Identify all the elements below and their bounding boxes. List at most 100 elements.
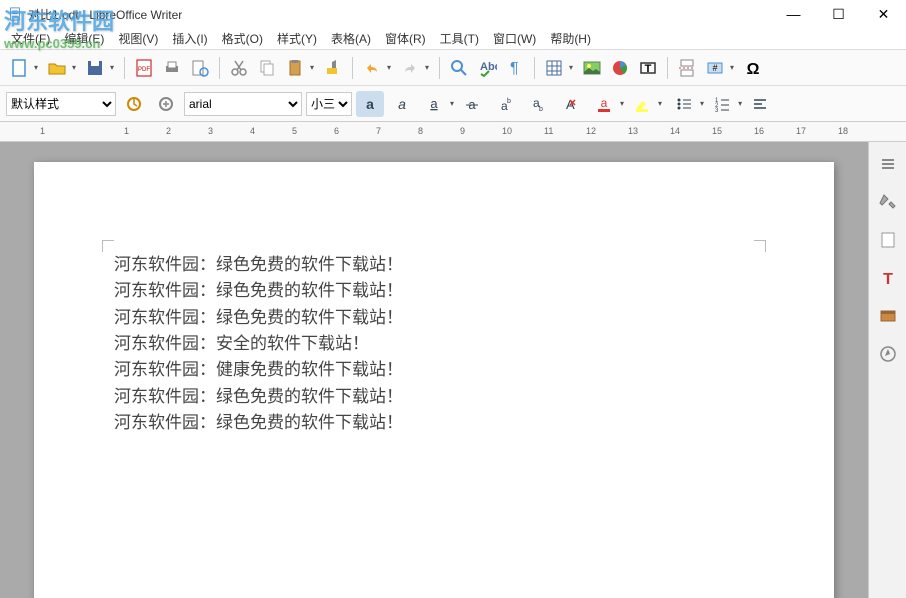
maximize-button[interactable]: ☐ — [816, 0, 861, 28]
menubar: 文件(F) 编辑(E) 视图(V) 插入(I) 格式(O) 样式(Y) 表格(A… — [0, 28, 906, 50]
text-line[interactable]: 河东软件园：安全的软件下载站！ — [114, 331, 754, 357]
text-line[interactable]: 河东软件园：绿色免费的软件下载站！ — [114, 252, 754, 278]
main-toolbar: ▾ ▾ ▾ PDF ▾ ▾ ▾ Abc ¶ ▾ T # ▾ Ω — [0, 50, 906, 86]
field-dropdown[interactable]: ▾ — [730, 63, 738, 72]
menu-table[interactable]: 表格(A) — [324, 30, 378, 47]
paragraph-style-select[interactable]: 默认样式 — [6, 92, 116, 116]
strikethrough-button[interactable]: a — [458, 91, 486, 117]
number-dropdown[interactable]: ▾ — [738, 99, 742, 108]
minimize-button[interactable]: — — [771, 0, 816, 28]
align-left-button[interactable] — [746, 91, 774, 117]
insert-image-button[interactable] — [579, 55, 605, 81]
paste-dropdown[interactable]: ▾ — [310, 63, 318, 72]
redo-button[interactable] — [397, 55, 423, 81]
menu-insert[interactable]: 插入(I) — [165, 30, 214, 47]
print-preview-button[interactable] — [187, 55, 213, 81]
menu-file[interactable]: 文件(F) — [4, 30, 57, 47]
italic-button[interactable]: a — [388, 91, 416, 117]
number-list-button[interactable]: 123 — [708, 91, 736, 117]
svg-text:PDF: PDF — [138, 67, 150, 73]
sidebar-menu-icon[interactable] — [874, 150, 902, 178]
update-style-button[interactable] — [120, 91, 148, 117]
superscript-button[interactable]: ab — [490, 91, 518, 117]
font-color-dropdown[interactable]: ▾ — [620, 99, 624, 108]
menu-edit[interactable]: 编辑(E) — [57, 30, 111, 47]
page[interactable]: 河东软件园：绿色免费的软件下载站！ 河东软件园：绿色免费的软件下载站！ 河东软件… — [34, 162, 834, 598]
clear-format-button[interactable]: A — [554, 91, 582, 117]
menu-window[interactable]: 窗口(W) — [486, 30, 543, 47]
text-line[interactable]: 河东软件园：绿色免费的软件下载站！ — [114, 384, 754, 410]
styles-panel-icon[interactable]: T — [874, 264, 902, 292]
ruler-tick: 1 — [124, 126, 129, 136]
bullet-list-button[interactable] — [670, 91, 698, 117]
ruler-tick: 7 — [376, 126, 381, 136]
text-line[interactable]: 河东软件园：绿色免费的软件下载站！ — [114, 305, 754, 331]
ruler-tick: 16 — [754, 126, 764, 136]
properties-icon[interactable] — [874, 188, 902, 216]
font-name-select[interactable]: arial — [184, 92, 302, 116]
font-size-select[interactable]: 小三 — [306, 92, 352, 116]
svg-text:a: a — [430, 96, 438, 111]
insert-textbox-button[interactable]: T — [635, 55, 661, 81]
menu-tools[interactable]: 工具(T) — [433, 30, 486, 47]
close-button[interactable]: ✕ — [861, 0, 906, 28]
open-button[interactable] — [44, 55, 70, 81]
export-pdf-button[interactable]: PDF — [131, 55, 157, 81]
new-button[interactable] — [6, 55, 32, 81]
new-dropdown[interactable]: ▾ — [34, 63, 42, 72]
subscript-button[interactable]: ab — [522, 91, 550, 117]
horizontal-ruler[interactable]: /* ticks populated below */ 112345678910… — [0, 122, 906, 142]
svg-text:b: b — [539, 106, 543, 113]
undo-dropdown[interactable]: ▾ — [387, 63, 395, 72]
ruler-tick: 1 — [40, 126, 45, 136]
table-dropdown[interactable]: ▾ — [569, 63, 577, 72]
svg-text:#: # — [712, 63, 717, 73]
menu-format[interactable]: 格式(O) — [215, 30, 270, 47]
bullet-dropdown[interactable]: ▾ — [700, 99, 704, 108]
ruler-tick: 4 — [250, 126, 255, 136]
ruler-tick: 3 — [208, 126, 213, 136]
save-button[interactable] — [82, 55, 108, 81]
svg-text:T: T — [883, 271, 893, 288]
sidebar: T — [868, 142, 906, 598]
redo-dropdown[interactable]: ▾ — [425, 63, 433, 72]
font-color-button[interactable]: a — [590, 91, 618, 117]
insert-pagebreak-button[interactable] — [674, 55, 700, 81]
clone-format-button[interactable] — [320, 55, 346, 81]
formatting-marks-button[interactable]: ¶ — [502, 55, 528, 81]
menu-view[interactable]: 视图(V) — [111, 30, 165, 47]
navigator-icon[interactable] — [874, 340, 902, 368]
underline-button[interactable]: a — [420, 91, 448, 117]
copy-button[interactable] — [254, 55, 280, 81]
paste-button[interactable] — [282, 55, 308, 81]
save-dropdown[interactable]: ▾ — [110, 63, 118, 72]
highlight-button[interactable] — [628, 91, 656, 117]
text-line[interactable]: 河东软件园：绿色免费的软件下载站！ — [114, 410, 754, 436]
page-panel-icon[interactable] — [874, 226, 902, 254]
menu-sheet[interactable]: 窗体(R) — [378, 30, 433, 47]
menu-help[interactable]: 帮助(H) — [543, 30, 598, 47]
insert-chart-button[interactable] — [607, 55, 633, 81]
menu-styles[interactable]: 样式(Y) — [270, 30, 324, 47]
svg-text:a: a — [398, 96, 406, 112]
gallery-icon[interactable] — [874, 302, 902, 330]
highlight-dropdown[interactable]: ▾ — [658, 99, 662, 108]
print-button[interactable] — [159, 55, 185, 81]
ruler-tick: 2 — [166, 126, 171, 136]
text-line[interactable]: 河东软件园：绿色免费的软件下载站！ — [114, 278, 754, 304]
ruler-tick: 8 — [418, 126, 423, 136]
insert-field-button[interactable]: # — [702, 55, 728, 81]
new-style-button[interactable] — [152, 91, 180, 117]
open-dropdown[interactable]: ▾ — [72, 63, 80, 72]
svg-text:3: 3 — [715, 108, 719, 113]
cut-button[interactable] — [226, 55, 252, 81]
insert-special-char-button[interactable]: Ω — [740, 55, 766, 81]
document-workspace[interactable]: 河东软件园：绿色免费的软件下载站！ 河东软件园：绿色免费的软件下载站！ 河东软件… — [0, 142, 868, 598]
undo-button[interactable] — [359, 55, 385, 81]
underline-dropdown[interactable]: ▾ — [450, 99, 454, 108]
insert-table-button[interactable] — [541, 55, 567, 81]
bold-button[interactable]: a — [356, 91, 384, 117]
text-line[interactable]: 河东软件园：健康免费的软件下载站！ — [114, 357, 754, 383]
spellcheck-button[interactable]: Abc — [474, 55, 500, 81]
find-replace-button[interactable] — [446, 55, 472, 81]
